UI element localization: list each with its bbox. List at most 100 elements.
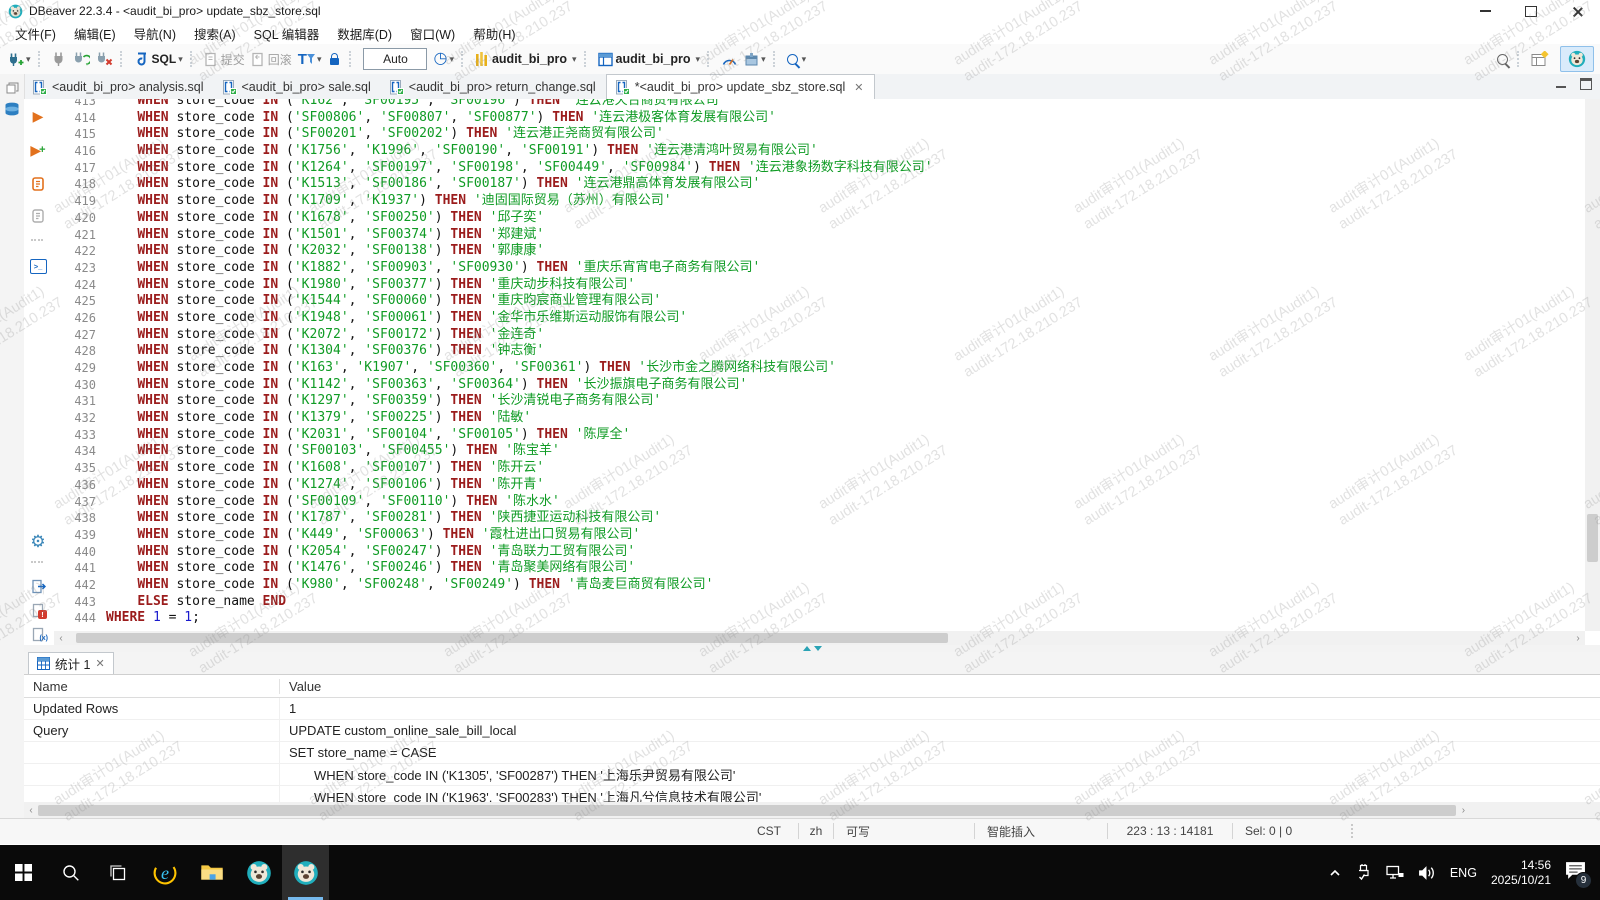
execute-statement-button[interactable]: ▶ [29,107,47,125]
code-line[interactable]: 414 WHEN store_code IN ('SF00806', 'SF00… [52,110,1585,127]
code-line[interactable]: 431 WHEN store_code IN ('K1297', 'SF0035… [52,393,1585,410]
internet-explorer-button[interactable]: e [141,845,188,900]
code-line[interactable]: 439 WHEN store_code IN ('K449', 'SF00063… [52,527,1585,544]
restore-view-button[interactable] [0,82,24,94]
task-view-button[interactable] [94,845,141,900]
input-language-indicator[interactable]: ENG [1450,866,1477,880]
chevron-down-icon[interactable]: ▾ [696,54,701,65]
code-line[interactable]: 418 WHEN store_code IN ('K1513', 'SF0018… [52,176,1585,193]
sql-editor-button[interactable]: SQL ▾ [131,47,186,71]
usb-icon[interactable] [1356,864,1372,881]
transaction-log-button[interactable]: T ▾ [295,47,325,71]
code-line[interactable]: 419 WHEN store_code IN ('K1709', 'K1937'… [52,193,1585,210]
results-horizontal-scrollbar[interactable]: ‹ › [24,802,1600,818]
scroll-right-arrow[interactable]: › [1456,803,1470,817]
output-console-button[interactable]: >_ [29,257,47,275]
code-line[interactable]: 413 WHEN store_code IN ('K162', 'SF00195… [52,99,1585,110]
code-line[interactable]: 421 WHEN store_code IN ('K1501', 'SF0037… [52,227,1585,244]
dbeaver-taskbar-button[interactable] [235,845,282,900]
column-header-name[interactable]: Name [24,679,280,694]
search-button[interactable]: ▾ [784,47,810,71]
export-result-button[interactable] [29,577,47,595]
editor-results-sash[interactable] [24,645,1600,652]
file-explorer-button[interactable] [188,845,235,900]
code-line[interactable]: 424 WHEN store_code IN ('K1980', 'SF0037… [52,277,1585,294]
editor-settings-button[interactable]: ⚙ [29,532,47,550]
chevron-down-icon[interactable]: ▾ [26,54,31,65]
dashboard-button[interactable] [718,47,741,71]
close-button[interactable] [1554,0,1600,22]
menu-item[interactable]: 数据库(D) [328,24,401,43]
scroll-left-arrow[interactable]: ‹ [24,803,38,817]
code-line[interactable]: 433 WHEN store_code IN ('K2031', 'SF0010… [52,427,1585,444]
code-line[interactable]: 438 WHEN store_code IN ('K1787', 'SF0028… [52,510,1585,527]
code-line[interactable]: 430 WHEN store_code IN ('K1142', 'SF0036… [52,377,1585,394]
transaction-history-button[interactable]: ◷ ▾ [430,47,457,71]
lock-toggle-button[interactable] [324,47,345,71]
chevron-down-icon[interactable]: ▾ [802,54,807,65]
new-connection-button[interactable]: ▾ [4,47,34,71]
code-line[interactable]: 434 WHEN store_code IN ('SF00103', 'SF00… [52,443,1585,460]
database-navigator-icon[interactable] [0,102,24,117]
result-row[interactable]: Updated Rows1 [24,698,1600,720]
code-line[interactable]: 435 WHEN store_code IN ('K1608', 'SF0010… [52,460,1585,477]
code-line[interactable]: 436 WHEN store_code IN ('K1274', 'SF0010… [52,477,1585,494]
maximize-editor-icon[interactable] [1580,78,1592,90]
code-line[interactable]: 420 WHEN store_code IN ('K1678', 'SF0025… [52,210,1585,227]
parameters-button[interactable]: (x) [29,625,47,643]
disconnect-button[interactable] [93,47,116,71]
scrollbar-thumb[interactable] [76,633,949,643]
quick-access-search[interactable] [1494,47,1513,71]
commit-mode-selector[interactable]: Auto [363,48,427,70]
code-line[interactable]: 426 WHEN store_code IN ('K1948', 'SF0006… [52,310,1585,327]
explain-plan-button[interactable] [29,207,47,225]
action-center-button[interactable]: 9 [1565,861,1586,885]
code-line[interactable]: 423 WHEN store_code IN ('K1882', 'SF0090… [52,260,1585,277]
statistics-tab[interactable]: 统计 1 ✕ [28,652,114,674]
editor-tab[interactable]: *<audit_bi_pro> update_sbz_store.sql✕ [606,74,875,99]
code-line[interactable]: 416 WHEN store_code IN ('K1756', 'K1996'… [52,143,1585,160]
menu-item[interactable]: 编辑(E) [65,24,125,43]
database-selector[interactable]: audit_bi_pro ▾ [472,47,580,71]
code-line[interactable]: 441 WHEN store_code IN ('K1476', 'SF0024… [52,560,1585,577]
menu-item[interactable]: 窗口(W) [401,24,464,43]
maximize-button[interactable] [1508,0,1554,22]
chevron-down-icon[interactable]: ▾ [761,54,766,65]
close-tab-icon[interactable]: ✕ [854,81,863,94]
validate-script-button[interactable]: ! [29,601,47,619]
start-button[interactable] [0,845,47,900]
code-line[interactable]: 437 WHEN store_code IN ('SF00109', 'SF00… [52,494,1585,511]
sash-down-icon[interactable] [814,646,822,651]
result-row[interactable]: QueryUPDATE custom_online_sale_bill_loca… [24,720,1600,742]
code-line[interactable]: 444WHERE 1 = 1; [52,610,1585,627]
editor-tab[interactable]: <audit_bi_pro> return_change.sql [381,75,606,99]
chevron-down-icon[interactable]: ▾ [317,54,322,65]
code-line[interactable]: 429 WHEN store_code IN ('K163', 'K1907',… [52,360,1585,377]
result-row[interactable]: SET store_name = CASE [24,742,1600,764]
network-icon[interactable] [1386,865,1404,881]
taskbar-clock[interactable]: 14:56 2025/10/21 [1491,858,1551,888]
scrollbar-thumb[interactable] [1587,514,1598,562]
code-line[interactable]: 432 WHEN store_code IN ('K1379', 'SF0022… [52,410,1585,427]
menu-item[interactable]: 文件(F) [6,24,65,43]
code-line[interactable]: 425 WHEN store_code IN ('K1544', 'SF0006… [52,293,1585,310]
scrollbar-thumb[interactable] [38,805,1456,816]
editor-horizontal-scrollbar[interactable]: ‹ › [54,631,1585,645]
execute-new-tab-button[interactable]: ▶+ [29,141,47,159]
tray-chevron-up-icon[interactable] [1328,866,1342,880]
code-viewport[interactable]: 413 WHEN store_code IN ('K162', 'SF00195… [52,99,1585,631]
taskbar-search-button[interactable] [47,845,94,900]
editor-vertical-scrollbar[interactable] [1585,99,1600,631]
speaker-icon[interactable] [1418,865,1436,881]
reconnect-button[interactable] [70,47,93,71]
result-row[interactable]: WHEN store_code IN ('K1305', 'SF00287') … [24,764,1600,786]
editor-tab[interactable]: <audit_bi_pro> analysis.sql [24,75,214,99]
connect-button[interactable] [49,47,70,71]
menu-item[interactable]: SQL 编辑器 [245,24,329,43]
sql-editor[interactable]: ▶ ▶+ >_ ⚙ ! (x) [24,99,1600,645]
menu-item[interactable]: 搜索(A) [185,24,245,43]
code-line[interactable]: 422 WHEN store_code IN ('K2032', 'SF0013… [52,243,1585,260]
dbeaver-taskbar-button-active[interactable] [282,845,329,900]
code-line[interactable]: 415 WHEN store_code IN ('SF00201', 'SF00… [52,126,1585,143]
code-line[interactable]: 427 WHEN store_code IN ('K2072', 'SF0017… [52,327,1585,344]
